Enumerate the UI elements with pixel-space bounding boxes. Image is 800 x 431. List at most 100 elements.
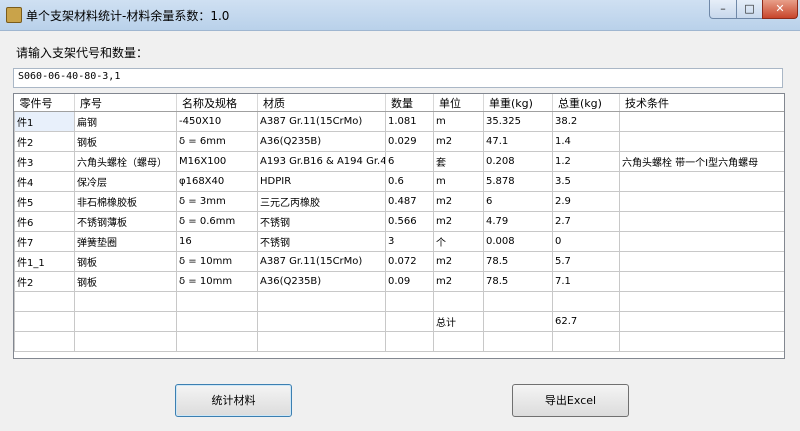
export-excel-button[interactable]: 导出Excel [512, 384, 629, 417]
table-cell[interactable]: HDPIR [257, 171, 386, 192]
table-cell[interactable] [552, 291, 620, 312]
table-cell[interactable]: 非石棉橡胶板 [74, 191, 177, 212]
table-cell[interactable]: A36(Q235B) [257, 271, 386, 292]
table-cell[interactable]: 件1 [14, 111, 75, 132]
table-cell[interactable] [619, 211, 784, 232]
table-cell[interactable]: 62.7 [552, 311, 620, 332]
table-cell[interactable]: m [433, 111, 484, 132]
table-cell[interactable] [619, 291, 784, 312]
table-cell[interactable]: 78.5 [483, 251, 553, 272]
table-cell[interactable]: 3.5 [552, 171, 620, 192]
table-cell[interactable] [619, 131, 784, 152]
table-cell[interactable]: m [433, 171, 484, 192]
table-cell[interactable]: 不锈钢 [257, 211, 386, 232]
maximize-button[interactable]: □ [736, 0, 763, 19]
table-cell[interactable] [176, 291, 258, 312]
table-cell[interactable]: 件2 [14, 271, 75, 292]
table-cell[interactable] [433, 331, 484, 352]
table-row[interactable]: 件2 钢板 δ = 6mm A36(Q235B) 0.029 m2 47.1 1.4 [14, 131, 784, 152]
table-cell[interactable]: 件7 [14, 231, 75, 252]
column-header[interactable]: 名称及规格 [176, 94, 258, 112]
table-cell[interactable] [257, 311, 386, 332]
stat-materials-button[interactable]: 统计材料 [175, 384, 292, 417]
table-cell[interactable]: 扁钢 [74, 111, 177, 132]
table-cell[interactable]: 六角头螺栓 带一个I型六角螺母 [619, 151, 784, 172]
table-cell[interactable] [74, 331, 177, 352]
column-header[interactable]: 技术条件 [619, 94, 784, 112]
table-cell[interactable]: A387 Gr.11(15CrMo) [257, 251, 386, 272]
table-cell[interactable]: 保冷层 [74, 171, 177, 192]
table-cell[interactable]: 件5 [14, 191, 75, 212]
table-cell[interactable]: 5.878 [483, 171, 553, 192]
table-cell[interactable]: φ168X40 [176, 171, 258, 192]
table-cell[interactable] [619, 191, 784, 212]
table-cell[interactable]: 三元乙丙橡胶 [257, 191, 386, 212]
table-cell[interactable]: m2 [433, 271, 484, 292]
column-header[interactable]: 零件号 [14, 94, 75, 112]
table-cell[interactable]: 0.09 [385, 271, 434, 292]
materials-grid[interactable]: 零件号 序号 名称及规格 材质 数量 单位 单重(kg) 总重(kg) 技术条件 件1 扁钢 -45… [13, 93, 785, 359]
table-cell[interactable] [176, 331, 258, 352]
table-cell[interactable]: 78.5 [483, 271, 553, 292]
table-cell[interactable] [74, 311, 177, 332]
table-cell[interactable]: δ = 6mm [176, 131, 258, 152]
table-cell[interactable]: δ = 10mm [176, 271, 258, 292]
column-header[interactable]: 材质 [257, 94, 386, 112]
table-cell[interactable]: 6 [483, 191, 553, 212]
table-cell[interactable]: M16X100 [176, 151, 258, 172]
table-cell[interactable] [14, 291, 75, 312]
table-cell[interactable]: 3 [385, 231, 434, 252]
table-cell[interactable] [619, 311, 784, 332]
minimize-button[interactable]: – [709, 0, 737, 19]
table-cell[interactable]: -450X10 [176, 111, 258, 132]
column-header[interactable]: 总重(kg) [552, 94, 620, 112]
table-cell[interactable] [483, 291, 553, 312]
table-cell[interactable]: 7.1 [552, 271, 620, 292]
table-cell[interactable]: m2 [433, 251, 484, 272]
table-cell[interactable]: δ = 0.6mm [176, 211, 258, 232]
table-cell[interactable]: 总计 [433, 311, 484, 332]
table-cell[interactable]: 0.072 [385, 251, 434, 272]
table-cell[interactable]: 0.029 [385, 131, 434, 152]
table-cell[interactable]: 2.9 [552, 191, 620, 212]
table-cell[interactable] [619, 331, 784, 352]
table-cell[interactable]: 47.1 [483, 131, 553, 152]
table-cell[interactable] [619, 251, 784, 272]
table-cell[interactable]: 个 [433, 231, 484, 252]
table-cell[interactable]: 0.566 [385, 211, 434, 232]
column-header[interactable]: 序号 [74, 94, 177, 112]
table-cell[interactable]: 件3 [14, 151, 75, 172]
table-cell[interactable]: 件1_1 [14, 251, 75, 272]
table-row[interactable]: 件1_1 钢板 δ = 10mm A387 Gr.11(15CrMo) 0.072 m2 7… [14, 251, 784, 272]
table-cell[interactable]: m2 [433, 211, 484, 232]
table-cell[interactable] [385, 311, 434, 332]
table-cell[interactable]: 38.2 [552, 111, 620, 132]
table-row[interactable]: 总计 62.7 [14, 311, 784, 332]
table-cell[interactable] [385, 331, 434, 352]
support-code-input[interactable]: S060-06-40-80-3,1 [13, 68, 783, 88]
table-cell[interactable] [257, 291, 386, 312]
close-button[interactable]: ✕ [762, 0, 798, 19]
table-cell[interactable]: 件6 [14, 211, 75, 232]
table-cell[interactable]: 0.6 [385, 171, 434, 192]
table-cell[interactable]: 5.7 [552, 251, 620, 272]
table-cell[interactable]: 1.4 [552, 131, 620, 152]
table-cell[interactable] [619, 231, 784, 252]
table-row[interactable]: 件5 非石棉橡胶板 δ = 3mm 三元乙丙橡胶 0.487 m2 6 2.9 [14, 191, 784, 212]
table-cell[interactable]: 0.208 [483, 151, 553, 172]
table-cell[interactable]: 4.79 [483, 211, 553, 232]
table-cell[interactable] [176, 311, 258, 332]
table-row[interactable]: 件1 扁钢 -450X10 A387 Gr.11(15CrMo) 1.081 m 35.32… [14, 111, 784, 132]
table-cell[interactable]: A193 Gr.B16 & A194 Gr.4 [257, 151, 386, 172]
table-row[interactable]: 件3 六角头螺栓（螺母） M16X100 A193 Gr.B16 & A194 Gr.… [14, 151, 784, 172]
table-cell[interactable]: 六角头螺栓（螺母） [74, 151, 177, 172]
table-row[interactable]: 件6 不锈钢薄板 δ = 0.6mm 不锈钢 0.566 m2 4.79 2.7 [14, 211, 784, 232]
table-cell[interactable] [552, 331, 620, 352]
table-cell[interactable]: 1.2 [552, 151, 620, 172]
table-cell[interactable] [619, 111, 784, 132]
column-header[interactable]: 单重(kg) [483, 94, 553, 112]
table-cell[interactable]: 0.008 [483, 231, 553, 252]
table-cell[interactable] [619, 171, 784, 192]
table-cell[interactable]: 件2 [14, 131, 75, 152]
table-cell[interactable]: 钢板 [74, 271, 177, 292]
